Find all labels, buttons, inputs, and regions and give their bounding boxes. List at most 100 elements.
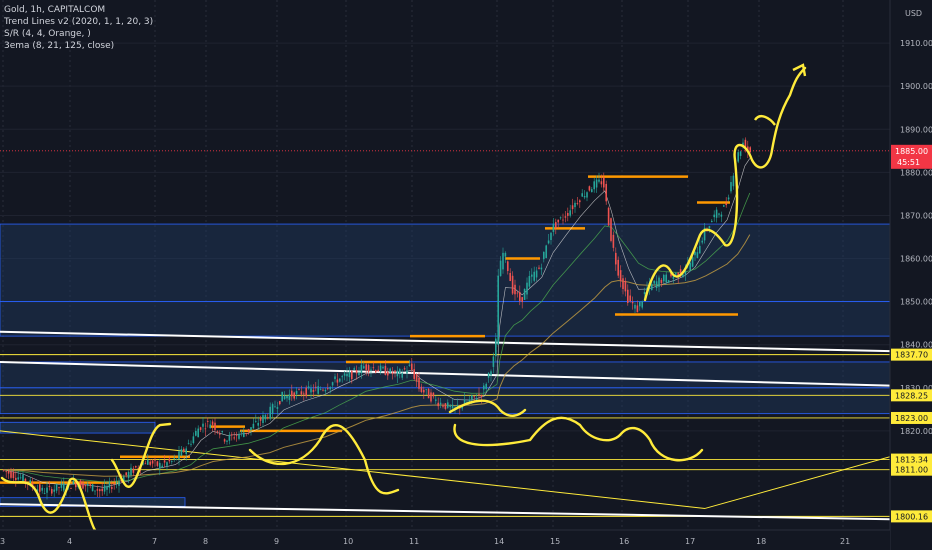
time-tick-label: 3	[0, 537, 5, 546]
candle-body	[619, 270, 622, 282]
candle-body	[39, 484, 41, 492]
candle-body	[89, 484, 91, 486]
candle-body	[130, 467, 132, 476]
candle-body	[55, 483, 58, 491]
candle-body	[259, 418, 262, 421]
candle-body	[336, 379, 339, 383]
candle-body	[245, 433, 247, 434]
indicator-sr[interactable]: S/R (4, 4, Orange, )	[4, 28, 153, 40]
candle-body	[480, 395, 483, 398]
candle-body	[547, 240, 550, 244]
candle-body	[495, 338, 497, 357]
candle-body	[490, 371, 492, 376]
candle-body	[223, 439, 226, 442]
candle-body	[595, 179, 598, 188]
candle-body	[435, 399, 437, 401]
candle-body	[103, 485, 106, 492]
candle-body	[653, 280, 655, 284]
candle-body	[507, 261, 509, 272]
candle-body	[58, 487, 60, 489]
candle-body	[199, 427, 202, 430]
candle-body	[600, 181, 603, 185]
chart-legend: Gold, 1h, CAPITALCOM Trend Lines v2 (202…	[4, 4, 153, 52]
candle-body	[144, 463, 147, 465]
candle-body	[391, 372, 394, 375]
candle-body	[370, 369, 372, 371]
level-badge-label: 1800.16	[895, 512, 928, 521]
candle-body	[478, 393, 480, 395]
candle-body	[617, 259, 619, 276]
candle-body	[396, 370, 399, 377]
price-tick-label: 1840.00	[900, 341, 932, 350]
candle-body	[401, 373, 403, 378]
candle-body	[111, 487, 113, 489]
candle-body	[149, 461, 151, 465]
candle-body	[593, 181, 595, 190]
candle-body	[226, 440, 228, 442]
level-badge-label: 1837.70	[895, 351, 928, 360]
candle-body	[319, 389, 322, 390]
candle-body	[231, 434, 233, 436]
candle-body	[624, 280, 627, 292]
candle-body	[94, 490, 96, 492]
candle-body	[576, 203, 579, 205]
candle-body	[48, 486, 51, 487]
level-badge-label: 1823.00	[895, 414, 928, 423]
candle-body	[543, 251, 545, 260]
time-tick-label: 15	[550, 537, 560, 546]
candle-body	[317, 386, 319, 394]
candle-body	[423, 389, 425, 393]
candle-body	[202, 423, 204, 427]
candle-body	[113, 483, 115, 485]
time-tick-label: 16	[619, 537, 629, 546]
candle-body	[171, 460, 173, 462]
candle-body	[607, 207, 610, 226]
last-price-label: 1885.00	[895, 147, 928, 156]
candle-body	[283, 395, 286, 400]
candle-body	[519, 292, 521, 302]
candle-body	[286, 395, 288, 399]
currency-label: USD	[905, 9, 922, 18]
candle-body	[3, 469, 5, 471]
candle-body	[718, 213, 720, 215]
candle-body	[207, 421, 209, 422]
candle-body	[377, 369, 379, 372]
indicator-3ema[interactable]: 3ema (8, 21, 125, close)	[4, 40, 153, 52]
candle-body	[689, 262, 691, 271]
candle-body	[413, 369, 415, 379]
candle-body	[46, 487, 48, 493]
candle-body	[168, 458, 171, 462]
candle-body	[725, 203, 727, 206]
indicator-trend-lines[interactable]: Trend Lines v2 (2020, 1, 1, 20, 3)	[4, 16, 153, 28]
candle-body	[305, 387, 307, 397]
candle-body	[557, 219, 559, 223]
candle-body	[711, 220, 713, 223]
candle-body	[564, 216, 567, 218]
chart-window[interactable]: 1910.00 1900.00 1890.00 1880.00 1870.00 1860.…	[0, 0, 932, 550]
candle-body	[180, 449, 183, 456]
candle-body	[555, 222, 557, 228]
candle-body	[255, 420, 257, 422]
level-badge-label: 1811.00	[895, 466, 928, 475]
candle-body	[183, 448, 185, 452]
candle-body	[151, 460, 154, 464]
candle-body	[605, 183, 607, 202]
candle-body	[70, 488, 72, 489]
candle-body	[406, 370, 408, 374]
candle-body	[612, 234, 615, 248]
time-tick-label: 14	[494, 537, 504, 546]
candle-body	[17, 477, 19, 480]
candle-body	[701, 240, 703, 243]
candle-body	[511, 275, 514, 294]
candle-body	[84, 484, 87, 487]
price-chart[interactable]: 1910.00 1900.00 1890.00 1880.00 1870.00 1860.…	[0, 0, 932, 550]
candle-body	[579, 200, 581, 203]
candle-body	[449, 405, 451, 407]
candle-body	[408, 364, 411, 366]
candle-body	[631, 301, 634, 304]
candle-body	[312, 389, 315, 392]
candle-body	[190, 443, 192, 445]
symbol-title[interactable]: Gold, 1h, CAPITALCOM	[4, 4, 153, 16]
candle-body	[257, 422, 259, 426]
candle-body	[322, 389, 324, 391]
